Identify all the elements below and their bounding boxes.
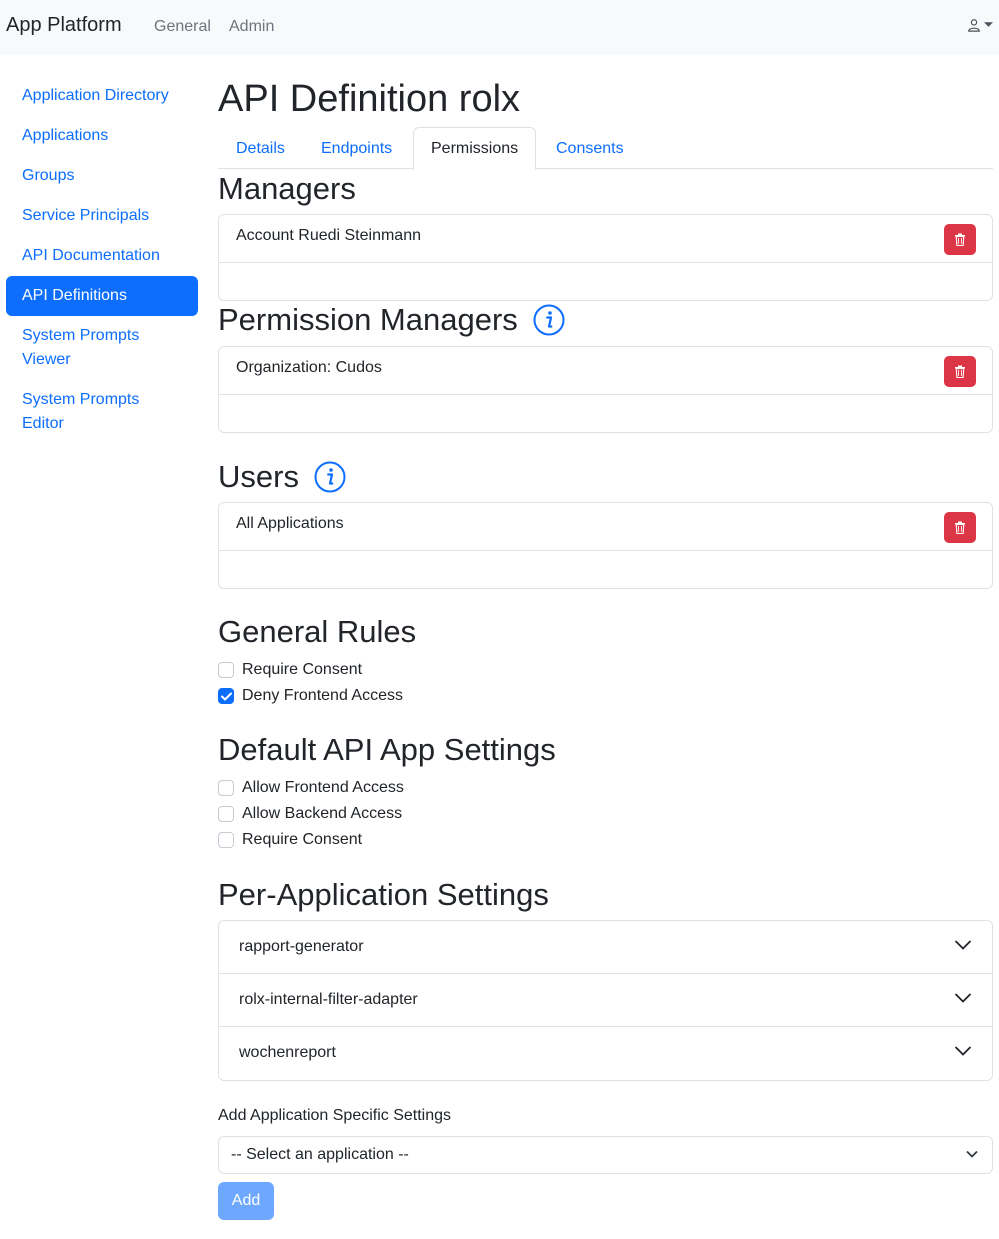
general-rules-title-text: General Rules	[218, 614, 417, 649]
add-manager-input[interactable]	[218, 263, 993, 301]
info-icon[interactable]	[314, 461, 346, 493]
allow-frontend-access-checkbox[interactable]	[218, 780, 234, 796]
add-button[interactable]: Add	[218, 1182, 274, 1220]
user-entry: All Applications	[218, 502, 993, 551]
sidebar-item-api-definitions[interactable]: API Definitions	[6, 276, 198, 316]
sidebar-item-applications[interactable]: Applications	[6, 116, 198, 156]
sidebar-item-groups[interactable]: Groups	[6, 156, 198, 196]
managers-title-text: Managers	[218, 171, 356, 206]
permission-managers-title: Permission Managers	[218, 301, 565, 339]
chevron-down-icon	[954, 940, 972, 950]
allow-backend-access-setting: Allow Backend Access	[218, 803, 402, 825]
add-user-input[interactable]	[218, 551, 993, 589]
user-menu[interactable]	[967, 18, 993, 32]
per-app-title: Per-Application Settings	[218, 876, 549, 914]
sidebar-item-system-prompts-editor[interactable]: System Prompts Editor	[6, 380, 156, 444]
tab-bar: Details Endpoints Permissions Consents	[218, 127, 993, 170]
default-settings-title: Default API App Settings	[218, 731, 556, 769]
per-app-accordion: rapport-generator rolx-internal-filter-a…	[218, 920, 993, 1081]
default-require-consent-setting: Require Consent	[218, 829, 362, 851]
managers-title: Managers	[218, 170, 356, 208]
top-navbar: App Platform General Admin	[0, 0, 999, 55]
nav-admin[interactable]: Admin	[229, 18, 274, 36]
page-title: API Definition rolx	[218, 78, 521, 120]
manager-entry: Account Ruedi Steinmann	[218, 214, 993, 263]
accordion-item[interactable]: wochenreport	[219, 1027, 992, 1080]
nav-general[interactable]: General	[154, 18, 211, 36]
accordion-item[interactable]: rolx-internal-filter-adapter	[219, 974, 992, 1027]
sidebar-item-system-prompts-viewer[interactable]: System Prompts Viewer	[6, 316, 156, 380]
permission-managers-title-text: Permission Managers	[218, 302, 518, 337]
tab-consents[interactable]: Consents	[538, 127, 642, 169]
manager-entry-label: Account Ruedi Steinmann	[236, 227, 421, 244]
chevron-down-icon	[954, 993, 972, 1003]
sidebar-item-application-directory[interactable]: Application Directory	[6, 76, 198, 116]
application-select-value: -- Select an application --	[231, 1146, 409, 1163]
users-title-text: Users	[218, 459, 299, 494]
accordion-item-label: rapport-generator	[239, 938, 364, 955]
allow-frontend-access-setting: Allow Frontend Access	[218, 777, 404, 799]
allow-frontend-access-label: Allow Frontend Access	[242, 779, 404, 796]
permission-manager-entry-label: Organization: Cudos	[236, 359, 382, 376]
delete-manager-button[interactable]	[944, 224, 976, 255]
deny-frontend-access-checkbox[interactable]	[218, 688, 234, 704]
default-require-consent-checkbox[interactable]	[218, 832, 234, 848]
trash-icon	[955, 365, 965, 378]
add-permission-manager-input[interactable]	[218, 395, 993, 433]
per-app-title-text: Per-Application Settings	[218, 877, 549, 912]
sidebar-item-api-documentation[interactable]: API Documentation	[6, 236, 198, 276]
delete-permission-manager-button[interactable]	[944, 356, 976, 387]
brand[interactable]: App Platform	[6, 14, 122, 37]
checkmark-icon	[220, 692, 232, 700]
permission-manager-entry: Organization: Cudos	[218, 346, 993, 395]
allow-backend-access-checkbox[interactable]	[218, 806, 234, 822]
require-consent-checkbox[interactable]	[218, 662, 234, 678]
user-entry-label: All Applications	[236, 515, 344, 532]
sidebar: Application Directory Applications Group…	[6, 76, 198, 444]
require-consent-label: Require Consent	[242, 661, 363, 678]
application-select[interactable]: -- Select an application --	[218, 1136, 993, 1174]
accordion-item-label: wochenreport	[239, 1044, 336, 1061]
trash-icon	[955, 521, 965, 534]
users-title: Users	[218, 458, 346, 496]
delete-user-button[interactable]	[944, 512, 976, 543]
deny-frontend-access-rule: Deny Frontend Access	[218, 685, 403, 707]
default-require-consent-label: Require Consent	[242, 831, 363, 848]
info-icon[interactable]	[533, 304, 565, 336]
tab-details[interactable]: Details	[218, 127, 303, 169]
require-consent-rule: Require Consent	[218, 659, 362, 681]
chevron-down-icon	[954, 1046, 972, 1056]
tab-permissions[interactable]: Permissions	[413, 127, 537, 170]
add-settings-label: Add Application Specific Settings	[218, 1107, 452, 1124]
chevron-down-icon	[966, 1150, 978, 1158]
deny-frontend-access-label: Deny Frontend Access	[242, 687, 403, 704]
general-rules-title: General Rules	[218, 613, 416, 651]
user-icon	[968, 19, 980, 32]
default-settings-title-text: Default API App Settings	[218, 732, 556, 767]
caret-down-icon	[984, 22, 993, 27]
trash-icon	[955, 233, 965, 246]
tab-endpoints[interactable]: Endpoints	[303, 127, 410, 169]
sidebar-item-service-principals[interactable]: Service Principals	[6, 196, 198, 236]
accordion-item-label: rolx-internal-filter-adapter	[239, 991, 418, 1008]
accordion-item[interactable]: rapport-generator	[219, 921, 992, 974]
allow-backend-access-label: Allow Backend Access	[242, 805, 403, 822]
